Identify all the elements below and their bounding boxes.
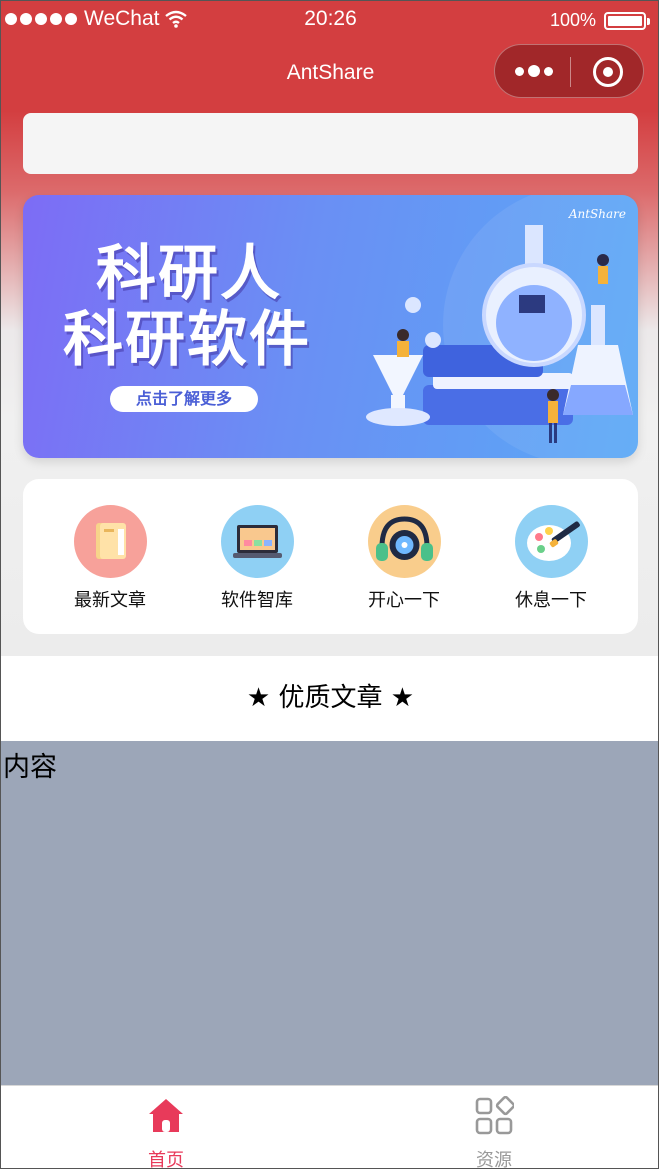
target-circle-icon[interactable] <box>593 57 623 87</box>
banner-learn-more-button[interactable]: 点击了解更多 <box>110 386 258 412</box>
quick-nav-have-fun[interactable]: 开心一下 <box>344 505 464 612</box>
mini-program-capsule <box>494 44 644 98</box>
status-right: 100% <box>549 10 650 31</box>
grid-icon <box>475 1095 516 1135</box>
battery-icon <box>604 11 650 30</box>
quick-nav-label: 休息一下 <box>515 590 587 611</box>
quick-nav-label: 软件智库 <box>221 590 293 611</box>
quick-nav-software-library[interactable]: 软件智库 <box>197 505 317 612</box>
headphones-icon <box>367 505 441 578</box>
tab-resources[interactable]: 资源 <box>434 1095 554 1169</box>
tab-bar: 首页 资源 <box>1 1085 658 1169</box>
status-bar: WeChat 20:26 100% <box>1 1 658 41</box>
quick-nav-take-a-break[interactable]: 休息一下 <box>491 505 611 612</box>
laptop-icon <box>220 505 294 578</box>
tab-label: 首页 <box>148 1150 184 1169</box>
section-title: ★ 优质文章 ★ <box>1 656 658 741</box>
banner-line-2: 科研软件 <box>63 305 311 375</box>
content-area: 内容 <box>1 741 658 1085</box>
tab-label: 资源 <box>476 1150 512 1169</box>
phone-frame: WeChat 20:26 100% AntShare 科研人 科研软件 点击了解… <box>0 0 659 1169</box>
tab-home[interactable]: 首页 <box>106 1096 226 1169</box>
banner-headline: 科研人 科研软件 <box>63 241 311 373</box>
search-box <box>23 113 638 174</box>
battery-percent: 100% <box>549 10 596 30</box>
capsule-divider <box>570 57 571 87</box>
search-input[interactable] <box>23 113 638 174</box>
lab-illustration <box>366 195 638 458</box>
promo-banner[interactable]: 科研人 科研软件 点击了解更多 AntShare <box>23 195 638 458</box>
banner-line-1: 科研人 <box>96 239 282 309</box>
quick-nav-latest-articles[interactable]: 最新文章 <box>50 505 170 612</box>
quick-nav-label: 最新文章 <box>74 590 146 611</box>
more-dots-icon[interactable] <box>515 65 553 77</box>
quick-nav-label: 开心一下 <box>368 590 440 611</box>
content-text: 内容 <box>3 752 57 783</box>
book-icon <box>73 505 147 578</box>
home-icon <box>149 1099 183 1132</box>
palette-icon <box>514 505 588 578</box>
quick-nav-card: 最新文章 软件智库 开心一下 休息一下 <box>23 479 638 634</box>
